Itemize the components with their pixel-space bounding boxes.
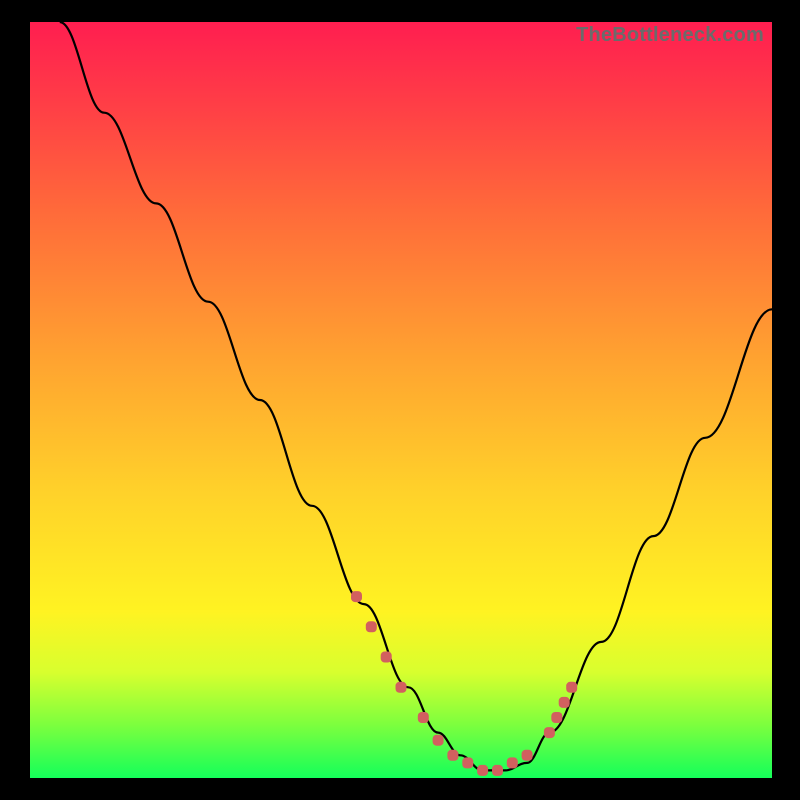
highlight-markers-group xyxy=(351,591,577,776)
highlight-marker xyxy=(559,697,570,708)
highlight-marker xyxy=(351,591,362,602)
highlight-marker xyxy=(418,712,429,723)
highlight-marker xyxy=(396,682,407,693)
chart-plot-area: TheBottleneck.com xyxy=(30,22,772,778)
bottleneck-curve-line xyxy=(60,22,772,770)
highlight-marker xyxy=(507,757,518,768)
highlight-marker xyxy=(462,757,473,768)
highlight-marker xyxy=(366,621,377,632)
highlight-marker xyxy=(433,735,444,746)
highlight-marker xyxy=(566,682,577,693)
highlight-marker xyxy=(522,750,533,761)
chart-svg xyxy=(30,22,772,778)
highlight-marker xyxy=(447,750,458,761)
highlight-marker xyxy=(551,712,562,723)
highlight-marker xyxy=(477,765,488,776)
highlight-marker xyxy=(381,652,392,663)
highlight-marker xyxy=(492,765,503,776)
highlight-marker xyxy=(544,727,555,738)
